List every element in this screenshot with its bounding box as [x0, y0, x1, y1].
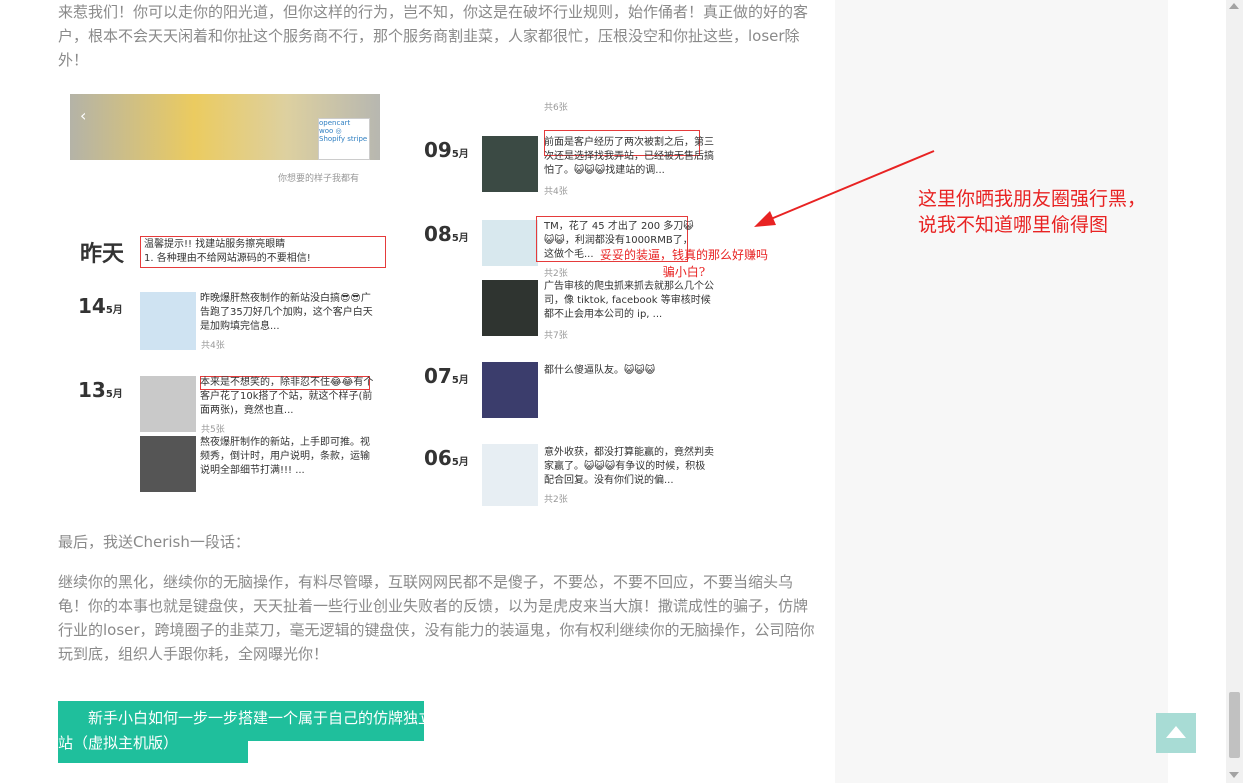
post-count: 共6张	[544, 103, 568, 113]
post-count: 共7张	[544, 331, 568, 341]
callout-annotation: 这里你晒我朋友圈强行黑， 说我不知道哪里偷得图	[918, 188, 1147, 236]
caption: 你想要的样子我都有	[278, 174, 360, 184]
post-text: 昨晚爆肝熬夜制作的新站没白搞😎😎广告跑了35刀好几个加购，这个客户白天是加购填完…	[200, 293, 373, 332]
month: 5月	[105, 389, 123, 400]
month: 5月	[105, 305, 123, 316]
date-yesterday: 昨天	[80, 242, 125, 267]
post-text: 前面是客户经历了两次被割之后，第三次还是选择找我弄站，已经被无售后搞怕了。😺😺😺…	[544, 137, 714, 176]
day: 07	[424, 364, 452, 388]
day: 08	[424, 222, 452, 246]
day: 14	[78, 294, 106, 318]
post-count: 共4张	[544, 187, 568, 197]
post-count: 共2张	[544, 495, 568, 505]
article-paragraph: 继续你的黑化，继续你的无脑操作，有料尽管曝，互联网网民都不是傻子，不要怂，不要不…	[58, 573, 815, 663]
post-text: 都什么傻逼队友。😺😺😺	[544, 365, 656, 376]
tutorial-link-button[interactable]: 新手小白如何一步一步搭建一个属于自己的仿牌独立站（虚拟主机版）	[58, 706, 438, 756]
thumbnail	[482, 362, 538, 418]
thumbnail	[482, 136, 538, 192]
handwritten-note: 妥妥的装逼，钱真的那么好赚吗 骗小白?	[599, 248, 768, 279]
scroll-down-icon[interactable]	[1229, 772, 1239, 778]
back-to-top-button[interactable]	[1156, 713, 1196, 753]
post-count: 共2张	[544, 269, 568, 279]
post-text: 意外收获，都没打算能赢的，竟然判卖家赢了。😺😺😺有争议的时候，积极配合回复。没有…	[544, 447, 714, 486]
thumbnail	[140, 292, 196, 350]
month: 5月	[451, 375, 469, 386]
month: 5月	[451, 149, 469, 160]
thumbnail	[140, 376, 196, 432]
scroll-up-icon[interactable]	[1229, 3, 1239, 9]
video-thumbnail	[140, 436, 196, 492]
logos-thumbnail: opencart woo ◎ Shopify stripe	[318, 118, 370, 160]
thumbnail	[482, 444, 538, 506]
day: 13	[78, 378, 106, 402]
notice-text: 温馨提示!! 找建站服务擦亮眼睛 1. 各种理由不给网站源码的不要相信!	[144, 239, 311, 264]
thumbnail	[482, 280, 538, 336]
date-07: 075月	[424, 364, 469, 388]
date-06: 065月	[424, 446, 469, 470]
date-09: 095月	[424, 138, 469, 162]
month: 5月	[451, 233, 469, 244]
scrollbar-thumb[interactable]	[1229, 692, 1240, 758]
post-count: 共5张	[201, 425, 225, 435]
thumbnail	[482, 220, 538, 266]
date-08: 085月	[424, 222, 469, 246]
red-arrow-icon	[754, 150, 935, 227]
date-13: 135月	[78, 378, 123, 402]
day: 09	[424, 138, 452, 162]
article-paragraph: 最后，我送Cherish一段话：	[58, 533, 250, 551]
month: 5月	[451, 457, 469, 468]
sidebar	[835, 0, 1168, 783]
post-text: 广告审核的爬虫抓来抓去就那么几个公司，像 tiktok, facebook 等审…	[544, 281, 714, 320]
date-14: 145月	[78, 294, 123, 318]
wechat-moments-screenshot: ‹ opencart woo ◎ Shopify stripe 你想要的样子我都有 …	[60, 90, 780, 510]
scrollbar[interactable]	[1226, 0, 1243, 783]
article-paragraph: 来惹我们！你可以走你的阳光道，但你这样的行为，岂不知，你这是在破坏行业规则，始作…	[58, 3, 809, 69]
post-text: 本来是不想笑的，除非忍不住😂😂有个客户花了10k搭了个站，就这个样子(前面两张)…	[200, 377, 374, 416]
chevron-left-icon: ‹	[80, 106, 87, 125]
day: 06	[424, 446, 452, 470]
post-count: 共4张	[201, 341, 225, 351]
post-text: 熬夜爆肝制作的新站，上手即可推。视频秀，倒计时，用户说明，条款，运输说明全部细节…	[200, 437, 370, 476]
